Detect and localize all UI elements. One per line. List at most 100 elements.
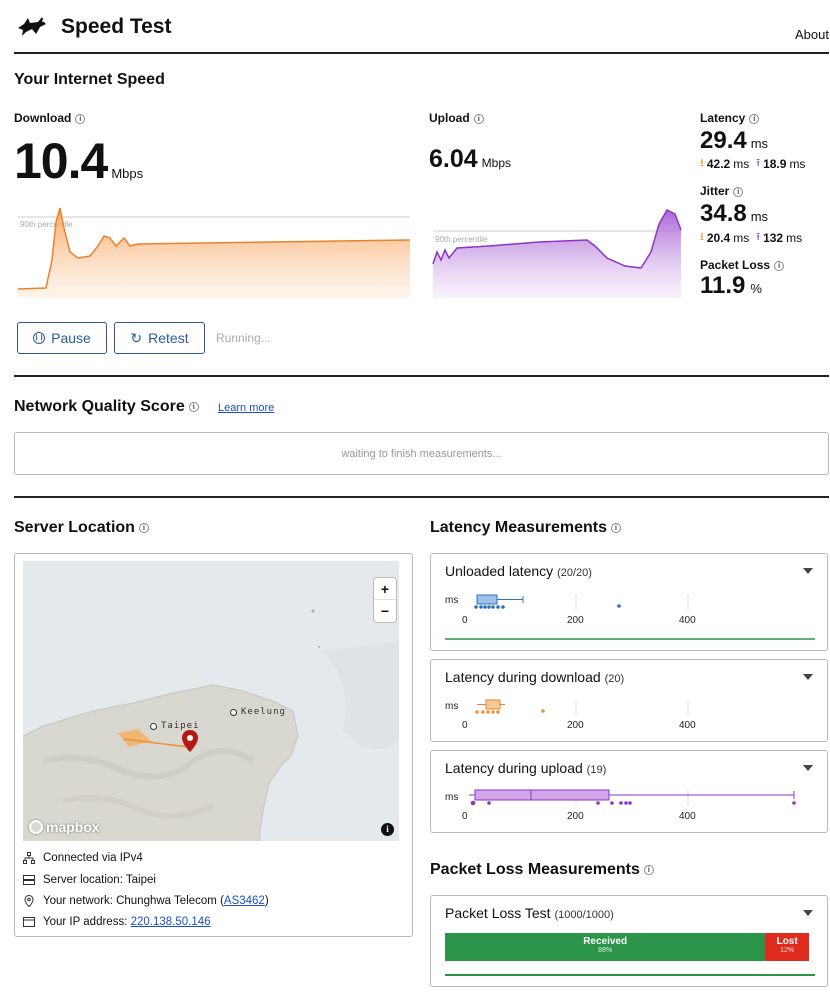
ip-link[interactable]: 220.138.50.146 (131, 916, 211, 928)
latency-breakdown: ⭳ 42.2 ms ⭱ 18.9 ms (700, 154, 805, 173)
svg-text:ms: ms (445, 595, 458, 606)
svg-text:200: 200 (567, 615, 584, 626)
as-link[interactable]: AS3462 (224, 895, 265, 907)
svg-text:400: 400 (679, 720, 696, 731)
jitter-breakdown: ⭳ 20.4 ms ⭱ 132 ms (700, 228, 802, 247)
zoom-out-button[interactable]: − (374, 600, 396, 622)
download-percentile-label: 90th percentile (20, 220, 73, 229)
packet-loss-divider (445, 974, 815, 976)
latency-value: 29.4 ms (700, 127, 769, 154)
city-label-taipei: Taipei (150, 721, 200, 731)
network-icon (23, 852, 35, 864)
upload-latency-title: Latency during upload (19) (445, 760, 607, 776)
ip-row: Your IP address: 220.138.50.146 (23, 916, 211, 928)
packet-loss-test-title: Packet Loss Test (1000/1000) (445, 905, 614, 921)
zoom-in-button[interactable]: + (374, 578, 396, 600)
svg-text:200: 200 (567, 720, 584, 731)
pause-button[interactable]: ❙❙ Pause (17, 322, 107, 354)
chevron-down-icon[interactable] (803, 765, 813, 771)
download-label: Download i (14, 111, 86, 125)
packet-loss-value: 11.9 % (700, 272, 762, 299)
connection-row: Connected via IPv4 (23, 852, 143, 864)
refresh-icon: ↻ (130, 329, 143, 346)
logo-icon (16, 14, 48, 38)
svg-text:200: 200 (567, 811, 584, 822)
quality-placeholder: waiting to finish measurements... (341, 447, 502, 460)
map[interactable]: Keelung Taipei + − mapbox i (23, 561, 399, 841)
download-arrow-icon: ⭳ (700, 157, 704, 169)
svg-text:0: 0 (462, 615, 468, 626)
jitter-label: Jitter i (700, 184, 744, 198)
lost-pct: 12% (780, 947, 795, 954)
quality-title: Network Quality Score i (14, 398, 199, 416)
unloaded-latency-card[interactable]: Unloaded latency (20/20) ms 0 200 400 (430, 553, 828, 651)
jitter-value: 34.8 ms (700, 200, 769, 227)
info-icon[interactable]: i (749, 113, 760, 124)
svg-text:ms: ms (445, 792, 458, 803)
received-segment: Received 88% (445, 933, 766, 961)
info-icon[interactable]: i (643, 864, 654, 875)
about-link[interactable]: About (795, 27, 829, 42)
upload-percentile-label: 90th percentile (435, 235, 488, 244)
learn-more-link[interactable]: Learn more (218, 402, 274, 414)
upload-latency-card[interactable]: Latency during upload (19) ms 0 200 400 (430, 750, 828, 833)
section-title-speed: Your Internet Speed (14, 71, 165, 88)
upload-label: Upload i (429, 111, 484, 125)
lost-label: Lost (776, 936, 798, 947)
status-text: Running... (216, 331, 271, 345)
unloaded-latency-plot: ms 0 200 400 (445, 594, 815, 640)
received-pct: 88% (598, 947, 613, 954)
info-icon[interactable]: i (610, 522, 621, 533)
packet-loss-label: Packet Loss i (700, 258, 785, 272)
mapbox-icon (29, 820, 43, 834)
svg-text:400: 400 (679, 811, 696, 822)
unloaded-latency-title: Unloaded latency (20/20) (445, 563, 592, 579)
packet-loss-measurements-title: Packet Loss Measurements i (430, 861, 654, 879)
server-icon (23, 875, 35, 885)
download-arrow-icon: ⭳ (700, 231, 704, 243)
upload-latency-plot: ms 0 200 400 (445, 789, 796, 822)
lost-segment: Lost 12% (765, 933, 809, 961)
zoom-controls: + − (374, 578, 396, 622)
server-title: Server Location i (14, 519, 149, 537)
received-label: Received (583, 936, 628, 947)
map-info-button[interactable]: i (381, 823, 394, 836)
latency-label: Latency i (700, 111, 760, 125)
info-icon[interactable]: i (473, 113, 484, 124)
packet-loss-test-card[interactable]: Packet Loss Test (1000/1000) Received 88… (430, 895, 828, 987)
ip-card-icon (23, 917, 35, 927)
latency-measurements-title: Latency Measurements i (430, 519, 621, 537)
server-location-row: Server location: Taipei (23, 874, 156, 886)
packet-loss-bar: Received 88% Lost 12% (445, 933, 809, 961)
chevron-down-icon[interactable] (803, 568, 813, 574)
mapbox-logo[interactable]: mapbox (29, 819, 100, 835)
network-row: Your network: Chunghwa Telecom (AS3462) (23, 895, 269, 907)
info-icon[interactable]: i (733, 186, 744, 197)
quality-panel: waiting to finish measurements... (14, 432, 829, 475)
map-pin-icon[interactable] (182, 730, 198, 752)
upload-chart: 90th percentile (432, 209, 682, 298)
download-chart: 90th percentile (17, 207, 411, 298)
info-icon[interactable]: i (774, 260, 785, 271)
download-value: 10.4 Mbps (14, 133, 144, 189)
upload-arrow-icon: ⭱ (756, 231, 761, 243)
download-latency-title: Latency during download (20) (445, 669, 625, 685)
app-title: Speed Test (61, 15, 172, 38)
upload-value: 6.04 Mbps (429, 145, 512, 173)
svg-text:0: 0 (462, 720, 468, 731)
download-latency-card[interactable]: Latency during download (20) ms 0 200 40… (430, 659, 828, 742)
pause-icon: ❙❙ (33, 332, 46, 344)
svg-text:400: 400 (679, 615, 696, 626)
info-icon[interactable]: i (138, 522, 149, 533)
server-card: Keelung Taipei + − mapbox i Connected vi… (14, 553, 413, 937)
upload-arrow-icon: ⭱ (756, 157, 761, 169)
info-icon[interactable]: i (75, 113, 86, 124)
chevron-down-icon[interactable] (803, 910, 813, 916)
info-icon[interactable]: i (188, 401, 199, 412)
chevron-down-icon[interactable] (803, 674, 813, 680)
download-latency-plot: ms 0 200 400 (445, 699, 696, 731)
svg-text:0: 0 (462, 811, 468, 822)
retest-button[interactable]: ↻ Retest (114, 322, 205, 354)
location-pin-icon (24, 895, 34, 907)
city-label-keelung: Keelung (230, 707, 286, 717)
